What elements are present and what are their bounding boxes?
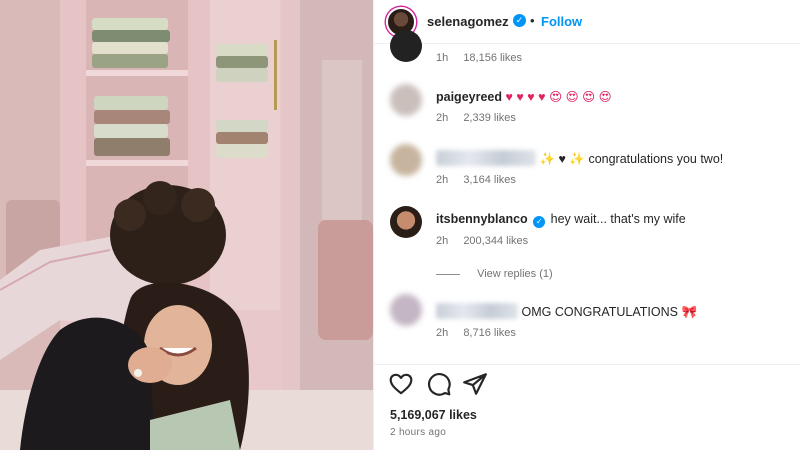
comment-avatar[interactable]	[390, 84, 422, 116]
blurred-username	[436, 303, 518, 319]
comment-meta: 1h 18,156 likes	[436, 52, 534, 64]
comment-likes[interactable]: 8,716 likes	[463, 327, 516, 339]
comment-text: OMG CONGRATULATIONS 🎀	[521, 305, 698, 319]
comments-panel: selenagomez ✓ • Follow 1h 18,156 likes p…	[373, 0, 800, 450]
post-header: selenagomez ✓ • Follow	[374, 0, 800, 44]
comment-likes[interactable]: 18,156 likes	[463, 52, 522, 64]
verified-badge-icon: ✓	[513, 14, 526, 27]
comment-text-line: paigeyreed ♥ ♥ ♥ ♥ 😍 😍 😍 😍	[436, 89, 612, 104]
view-replies-label: View replies (1)	[477, 268, 553, 280]
comment-likes[interactable]: 2,339 likes	[463, 112, 516, 124]
photo-illustration	[0, 0, 373, 450]
comment-time: 2h	[436, 327, 449, 339]
comment-likes[interactable]: 3,164 likes	[463, 174, 516, 186]
heart-icon[interactable]	[388, 371, 414, 397]
comment-meta: 2h 8,716 likes	[436, 327, 528, 339]
blurred-username	[436, 150, 536, 166]
comment-meta: 2h 200,344 likes	[436, 235, 540, 247]
comment-username[interactable]: itsbennyblanco	[436, 212, 528, 226]
comment-username[interactable]: paigeyreed	[436, 90, 502, 104]
comment-text: hey wait... that's my wife	[550, 212, 686, 226]
comment-text-line: ✨ ♥ ✨ congratulations you two!	[436, 150, 723, 167]
follow-button[interactable]: Follow	[541, 14, 582, 29]
comment-text-line: itsbennyblanco ✓ hey wait... that's my w…	[436, 212, 686, 228]
comment-time: 2h	[436, 235, 449, 247]
comment-avatar[interactable]	[390, 30, 422, 62]
replies-divider	[436, 273, 460, 275]
view-replies-button[interactable]: View replies (1)	[436, 268, 553, 280]
comment-avatar[interactable]	[390, 294, 422, 326]
comment-text: ✨ ♥ ✨ congratulations you two!	[539, 152, 724, 166]
comment-text: ♥ ♥ ♥ ♥ 😍 😍 😍 😍	[505, 90, 612, 104]
post-timestamp: 2 hours ago	[390, 427, 447, 438]
comment-time: 1h	[436, 52, 449, 64]
comment-likes[interactable]: 200,344 likes	[463, 235, 528, 247]
post-photo[interactable]	[0, 0, 373, 450]
comment-time: 2h	[436, 112, 449, 124]
comment-time: 2h	[436, 174, 449, 186]
comment-icon[interactable]	[426, 371, 452, 397]
comment-avatar[interactable]	[390, 206, 422, 238]
separator-dot: •	[530, 13, 535, 28]
comment-list: 1h 18,156 likes paigeyreed ♥ ♥ ♥ ♥ 😍 😍 😍…	[374, 30, 800, 364]
likes-count[interactable]: 5,169,067 likes	[390, 408, 477, 422]
comment-meta: 2h 2,339 likes	[436, 112, 528, 124]
comment-avatar[interactable]	[390, 144, 422, 176]
comment-meta: 2h 3,164 likes	[436, 174, 528, 186]
comment-text-line: OMG CONGRATULATIONS 🎀	[436, 303, 697, 320]
post-actions: 5,169,067 likes 2 hours ago	[374, 364, 800, 450]
author-username[interactable]: selenagomez	[427, 14, 509, 29]
verified-badge-icon: ✓	[533, 216, 546, 228]
share-icon[interactable]	[462, 371, 488, 397]
